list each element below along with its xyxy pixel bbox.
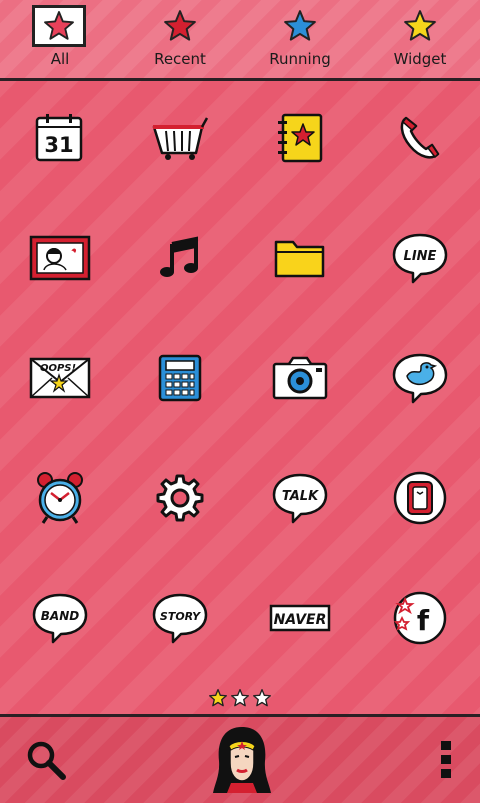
- band-bubble-icon: BAND: [32, 593, 88, 644]
- calculator-app[interactable]: [130, 328, 230, 428]
- circle-badge-icon: [393, 471, 447, 525]
- page-dot-star-icon[interactable]: [252, 688, 272, 708]
- story-bubble-icon: STORY: [152, 593, 208, 644]
- calendar-icon: 31: [35, 114, 83, 162]
- band-app[interactable]: BAND: [10, 568, 110, 668]
- flipboard-app[interactable]: [370, 448, 470, 548]
- messaging-app[interactable]: OOPS!: [10, 328, 110, 428]
- story-app-label: STORY: [160, 610, 201, 623]
- talk-bubble-icon: TALK: [272, 473, 328, 524]
- page-dot-active-star-icon[interactable]: [208, 688, 228, 708]
- settings-app[interactable]: [130, 448, 230, 548]
- envelope-star-icon: OOPS!: [29, 357, 91, 399]
- calendar-app[interactable]: 31: [10, 88, 110, 188]
- search-icon: [27, 741, 66, 780]
- star-icon: [404, 10, 436, 41]
- music-app[interactable]: [130, 208, 230, 308]
- folder-icon: [274, 240, 325, 278]
- shopping-basket-icon: [152, 117, 209, 160]
- star-icon: [164, 10, 196, 41]
- gear-icon: [156, 474, 204, 522]
- music-note-icon: [160, 236, 198, 277]
- contacts-app[interactable]: [250, 88, 350, 188]
- kakaotalk-app[interactable]: TALK: [250, 448, 350, 548]
- gallery-app[interactable]: [10, 208, 110, 308]
- tab-running-label: Running: [269, 50, 331, 68]
- kakaostory-app[interactable]: STORY: [130, 568, 230, 668]
- facebook-letter: f: [417, 604, 430, 637]
- wonder-woman-avatar-icon: [213, 727, 271, 793]
- naver-app-label: NAVER: [274, 612, 327, 628]
- tab-recent[interactable]: Recent: [120, 0, 240, 78]
- shopping-app[interactable]: [130, 88, 230, 188]
- home-button[interactable]: [208, 721, 276, 797]
- camera-icon: [272, 356, 328, 400]
- alarm-app[interactable]: [10, 448, 110, 548]
- alarm-clock-icon: [37, 472, 83, 524]
- search-button[interactable]: [18, 735, 74, 785]
- line-app-label: LINE: [404, 249, 437, 264]
- facebook-app[interactable]: f: [370, 568, 470, 668]
- menu-button[interactable]: [428, 733, 464, 787]
- facebook-icon: f: [393, 591, 447, 645]
- naver-sign-icon: NAVER: [269, 604, 331, 632]
- band-app-label: BAND: [41, 609, 79, 623]
- tab-widget[interactable]: Widget: [360, 0, 480, 78]
- tab-all[interactable]: All: [0, 0, 120, 78]
- star-icon: [284, 10, 316, 41]
- tab-running[interactable]: Running: [240, 0, 360, 78]
- page-dot-star-icon[interactable]: [230, 688, 250, 708]
- bottom-dock: [0, 714, 480, 803]
- tab-all-star-frame: [32, 5, 86, 47]
- naver-app[interactable]: NAVER: [250, 568, 350, 668]
- tab-all-label: All: [50, 50, 70, 68]
- talk-app-label: TALK: [282, 489, 319, 504]
- twitter-bird-icon: [392, 353, 448, 404]
- tab-bar: All Recent Running Widget: [0, 0, 480, 81]
- notebook-star-icon: [278, 113, 323, 163]
- phone-handset-icon: [400, 116, 440, 159]
- twitter-app[interactable]: [370, 328, 470, 428]
- calculator-icon: [158, 354, 202, 402]
- phone-app[interactable]: [370, 88, 470, 188]
- photo-frame-icon: [29, 235, 91, 281]
- star-icon: [44, 11, 74, 40]
- more-vertical-icon: [441, 741, 451, 778]
- camera-app[interactable]: [250, 328, 350, 428]
- tab-recent-label: Recent: [154, 50, 206, 68]
- oops-label: OOPS!: [40, 363, 76, 374]
- speech-bubble-icon: LINE: [392, 233, 448, 284]
- page-indicator: [0, 688, 480, 710]
- app-grid: 31 LINE OOPS! TALK BAND STORY NAVER f: [0, 80, 480, 680]
- line-app[interactable]: LINE: [370, 208, 470, 308]
- calendar-day: 31: [44, 133, 73, 157]
- file-manager-app[interactable]: [250, 208, 350, 308]
- tab-widget-label: Widget: [393, 50, 447, 68]
